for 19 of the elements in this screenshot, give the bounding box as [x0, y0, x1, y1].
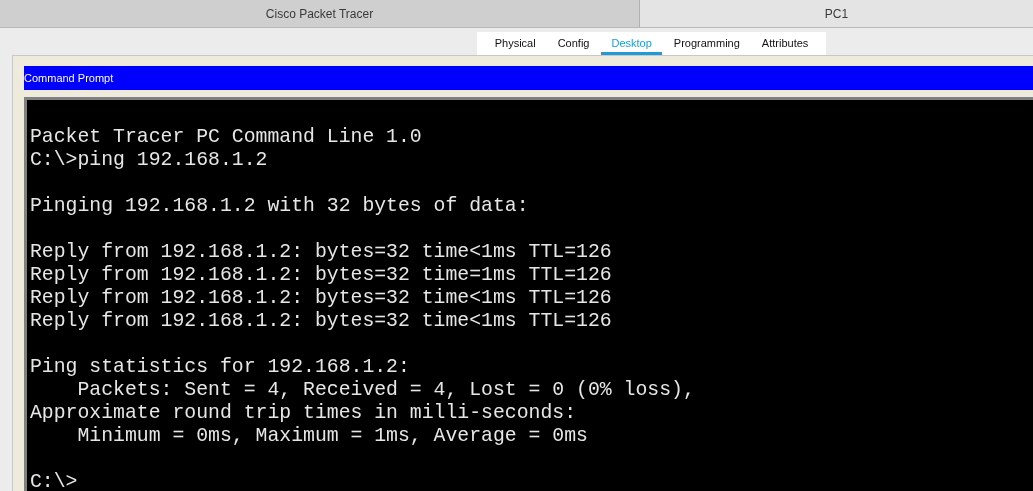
tab[interactable]: Config — [547, 32, 600, 55]
terminal-line: Minimum = 0ms, Maximum = 1ms, Average = 0ms — [76, 425, 588, 448]
tab[interactable]: Attributes — [751, 32, 819, 55]
command-prompt-title: Command Prompt — [24, 66, 1033, 90]
terminal-line: C:\>ping 192.168.1.2 — [30, 149, 268, 172]
window-tab[interactable]: Cisco Packet Tracer — [0, 0, 640, 27]
tab[interactable]: Physical — [484, 32, 546, 55]
terminal-line: Reply from 192.168.1.2: bytes=32 time<1ms TTL=126 — [30, 310, 612, 333]
terminal-line: Ping statistics for 192.168.1.2: — [30, 356, 410, 379]
terminal-line: Packets: Sent = 4, Received = 4, Lost = 0 (0% loss), — [76, 379, 695, 402]
window-tab[interactable]: PC1 — [640, 0, 1033, 27]
terminal-line: Approximate round trip times in milli-seconds: — [30, 402, 577, 425]
terminal-line: Reply from 192.168.1.2: bytes=32 time<1ms TTL=126 — [30, 287, 612, 310]
terminal-line: Reply from 192.168.1.2: bytes=32 time=1ms TTL=126 — [30, 264, 612, 287]
terminal-line: Pinging 192.168.1.2 with 32 bytes of data: — [30, 195, 529, 218]
terminal-line: Packet Tracer PC Command Line 1.0 — [30, 126, 422, 149]
terminal-line: Reply from 192.168.1.2: bytes=32 time<1ms TTL=126 — [30, 241, 612, 264]
tab[interactable]: Programming — [663, 32, 750, 55]
terminal-line: C:\> — [30, 471, 78, 491]
